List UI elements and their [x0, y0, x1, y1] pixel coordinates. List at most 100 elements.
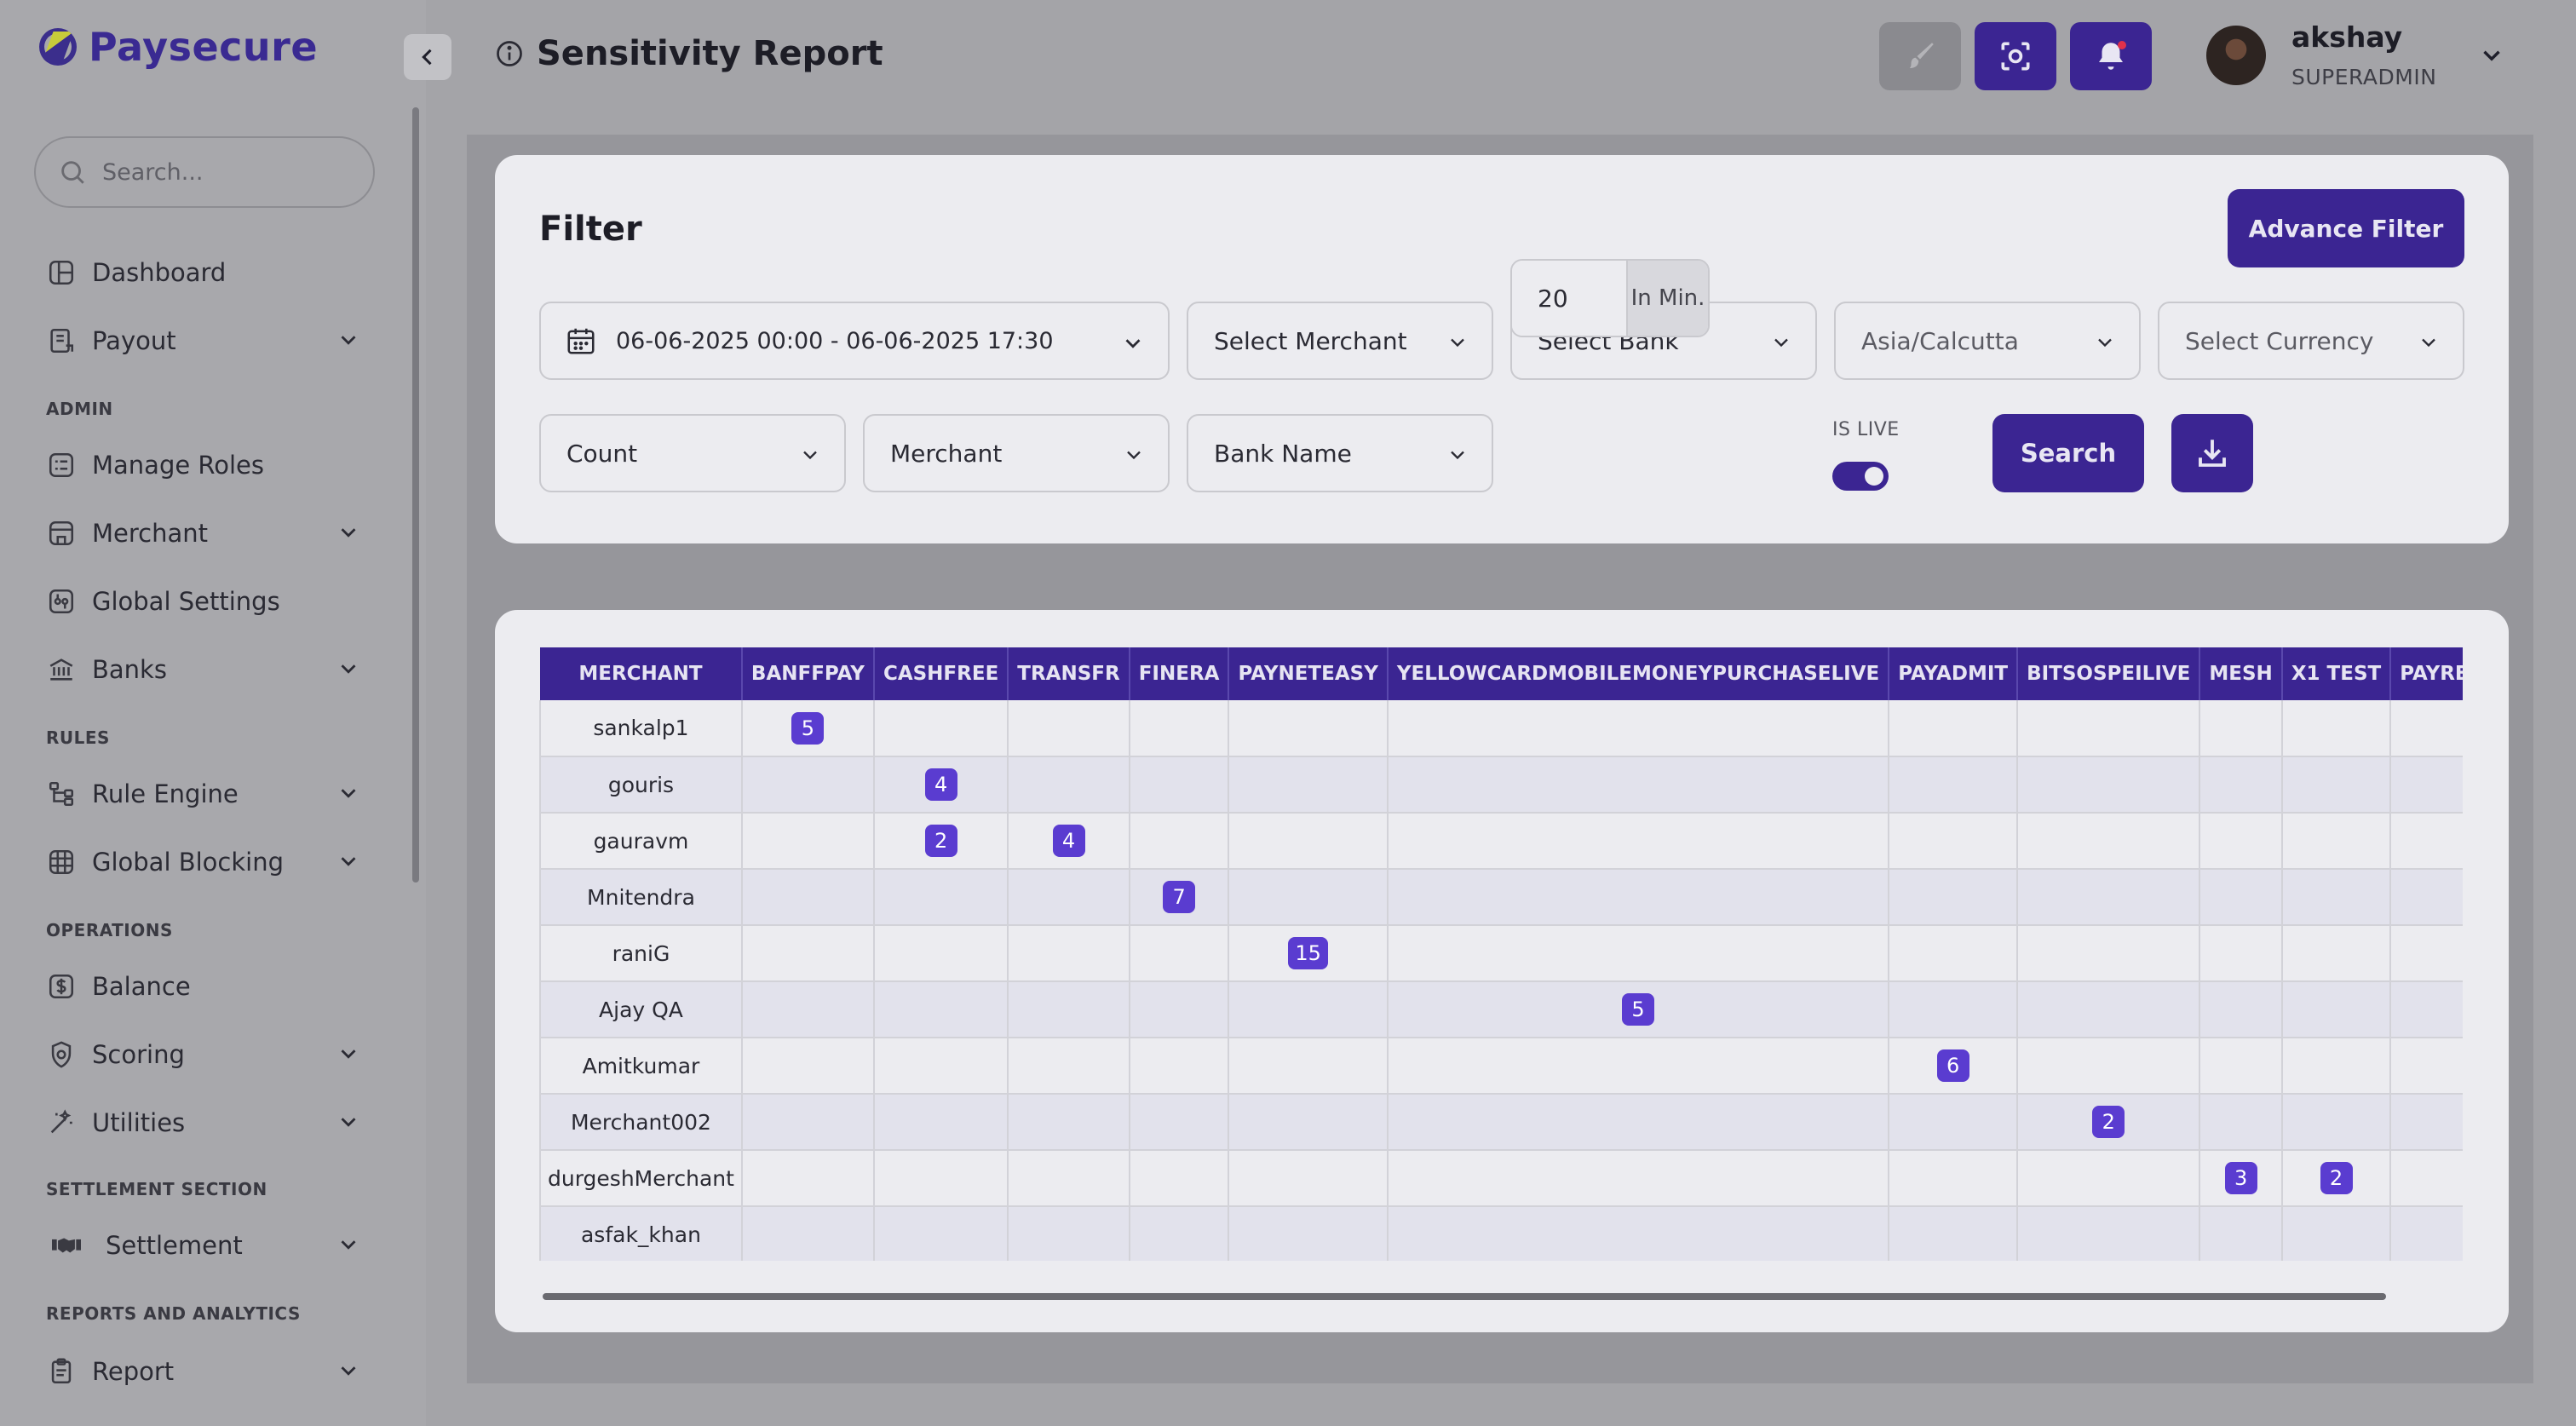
column-header: PAYADMIT: [1889, 647, 2019, 700]
count-badge[interactable]: 3: [2224, 1162, 2257, 1194]
sidebar-item-global-settings[interactable]: Global Settings: [46, 576, 361, 627]
payout-icon: [46, 325, 77, 356]
sidebar-item-report[interactable]: Report: [46, 1346, 361, 1397]
sidebar-section-operations: OPERATIONS: [46, 920, 173, 940]
screenshot-button[interactable]: [1975, 22, 2056, 90]
sidebar-item-utilities[interactable]: Utilities: [46, 1097, 361, 1148]
sidebar-item-settlement[interactable]: Settlement: [46, 1220, 361, 1271]
is-live-label: IS LIVE: [1832, 419, 1900, 440]
table-row: gouris 4: [539, 756, 2463, 814]
count-cell: [2017, 756, 2201, 814]
row-group-select[interactable]: Merchant: [863, 414, 1170, 492]
count-cell: [1129, 981, 1230, 1038]
count-cell: [2017, 700, 2201, 757]
sidebar-item-scoring[interactable]: Scoring: [46, 1029, 361, 1080]
count-cell: 5: [1387, 981, 1890, 1038]
count-cell: [1889, 869, 2019, 926]
count-cell: [1387, 756, 1890, 814]
chevron-down-icon: [341, 1366, 356, 1376]
sidebar-section-reports: REPORTS AND ANALYTICS: [46, 1303, 301, 1324]
merchant-cell: sankalp1: [539, 700, 743, 757]
count-badge[interactable]: 4: [924, 768, 957, 801]
count-badge[interactable]: 6: [1936, 1049, 1969, 1082]
count-cell: [1387, 1150, 1890, 1207]
sidebar-item-banks[interactable]: Banks: [46, 644, 361, 695]
date-range-picker[interactable]: 06-06-2025 00:00 - 06-06-2025 17:30: [539, 302, 1170, 380]
interval-input[interactable]: [1512, 261, 1626, 336]
count-cell: [2390, 1094, 2463, 1151]
sidebar-item-dashboard[interactable]: Dashboard: [46, 247, 361, 298]
chevron-down-icon: [2098, 338, 2112, 348]
sidebar-item-label: Manage Roles: [92, 451, 265, 480]
download-button[interactable]: [2171, 414, 2253, 492]
count-cell: [2017, 869, 2201, 926]
sidebar-item-label: Settlement: [106, 1231, 243, 1260]
search-button[interactable]: Search: [1992, 414, 2144, 492]
count-badge[interactable]: 2: [2092, 1106, 2125, 1138]
count-cell: 7: [1129, 869, 1230, 926]
sidebar-item-global-blocking[interactable]: Global Blocking: [46, 837, 361, 888]
sidebar-scrollbar[interactable]: [412, 107, 419, 883]
column-header: X1 TEST: [2281, 647, 2392, 700]
count-cell: [2017, 1038, 2201, 1095]
sidebar-item-payout[interactable]: Payout: [46, 315, 361, 366]
count-badge[interactable]: 7: [1163, 881, 1196, 913]
date-range-value: 06-06-2025 00:00 - 06-06-2025 17:30: [616, 327, 1054, 354]
column-group-select[interactable]: Bank Name: [1187, 414, 1493, 492]
user-menu-chevron-icon[interactable]: [2477, 41, 2506, 70]
metric-select[interactable]: Count: [539, 414, 846, 492]
merchant-select-value: Select Merchant: [1214, 326, 1407, 355]
merchant-cell: Amitkumar: [539, 1038, 743, 1095]
count-badge[interactable]: 15: [1288, 937, 1328, 969]
currency-select[interactable]: Select Currency: [2158, 302, 2464, 380]
count-cell: [741, 756, 875, 814]
notifications-button[interactable]: [2070, 22, 2152, 90]
count-badge[interactable]: 2: [924, 825, 957, 857]
count-cell: [873, 1094, 1009, 1151]
sidebar-search[interactable]: [34, 136, 375, 208]
count-cell: [873, 869, 1009, 926]
timezone-select[interactable]: Asia/Calcutta: [1834, 302, 2141, 380]
blocking-icon: [46, 847, 77, 877]
count-cell: [2199, 700, 2283, 757]
avatar[interactable]: [2206, 26, 2266, 85]
settings-icon: [46, 586, 77, 617]
sidebar-item-merchant[interactable]: Merchant: [46, 508, 361, 559]
sidebar-collapse-button[interactable]: [404, 34, 451, 80]
count-badge[interactable]: 5: [791, 711, 825, 745]
count-cell: [2390, 869, 2463, 926]
count-badge[interactable]: 2: [2320, 1162, 2353, 1194]
sidebar-item-label: Dashboard: [92, 258, 227, 287]
count-cell: [741, 1094, 875, 1151]
is-live-toggle[interactable]: [1832, 462, 1889, 491]
horizontal-scrollbar[interactable]: [543, 1293, 2386, 1300]
sidebar-search-input[interactable]: [102, 158, 358, 186]
advance-filter-button[interactable]: Advance Filter: [2228, 189, 2464, 267]
wand-icon: [46, 1107, 77, 1138]
table-scroll-area[interactable]: MERCHANT BANFFPAY CASHFREE TRANSFR FINERA PAY…: [539, 647, 2463, 1261]
count-cell: 2: [2281, 1150, 2392, 1207]
count-cell: [2390, 1038, 2463, 1095]
user-name: akshay: [2291, 20, 2403, 54]
count-badge[interactable]: 4: [1052, 825, 1085, 857]
count-cell: 4: [873, 756, 1009, 814]
count-cell: [2199, 1038, 2283, 1095]
clear-brush-button[interactable]: [1879, 22, 1961, 90]
sidebar-item-balance[interactable]: Balance: [46, 961, 361, 1012]
count-cell: [1008, 925, 1130, 982]
count-cell: [741, 1038, 875, 1095]
merchant-cell: raniG: [539, 925, 743, 982]
count-badge[interactable]: 5: [1622, 993, 1655, 1026]
chevron-down-icon: [341, 789, 356, 798]
chevron-down-icon: [341, 1049, 356, 1059]
chevron-left-icon: [422, 49, 432, 66]
count-cell: [1228, 981, 1389, 1038]
sensitivity-table: MERCHANT BANFFPAY CASHFREE TRANSFR FINERA PAY…: [539, 647, 2463, 1261]
brand-logo[interactable]: Paysecure: [39, 24, 318, 70]
merchant-select[interactable]: Select Merchant: [1187, 302, 1493, 380]
sidebar-item-rule-engine[interactable]: Rule Engine: [46, 768, 361, 819]
info-icon[interactable]: [494, 38, 525, 69]
column-header: YELLOWCARDMOBILEMONEYPURCHASELIVE: [1387, 647, 1890, 700]
sidebar-item-manage-roles[interactable]: Manage Roles: [46, 440, 361, 491]
count-cell: [2017, 925, 2201, 982]
